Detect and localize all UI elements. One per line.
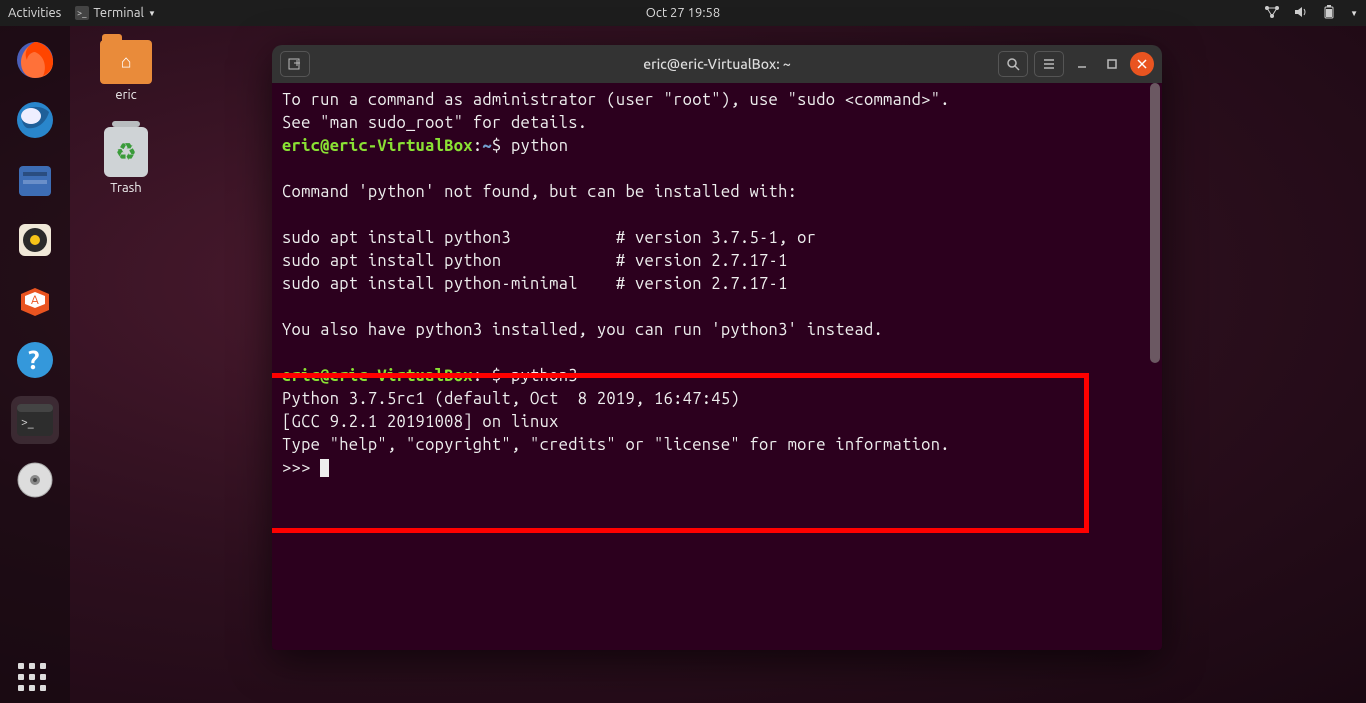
terminal-prompt-line: eric@eric-VirtualBox:~$ python [282, 135, 1152, 158]
terminal-prompt-line: eric@eric-VirtualBox:~$ python3 [282, 365, 1152, 388]
rhythmbox-icon[interactable] [11, 216, 59, 264]
terminal-output: Type "help", "copyright", "credits" or "… [282, 434, 1152, 457]
close-button[interactable] [1130, 52, 1154, 76]
prompt-user: eric@eric-VirtualBox [282, 137, 473, 155]
window-titlebar[interactable]: eric@eric-VirtualBox: ~ [272, 45, 1162, 83]
trash-label: Trash [110, 181, 141, 195]
prompt-user: eric@eric-VirtualBox [282, 367, 473, 385]
terminal-output [282, 158, 1152, 181]
new-tab-button[interactable] [280, 51, 310, 77]
system-menu-chevron-icon[interactable]: ▼ [1350, 9, 1358, 18]
terminal-output: To run a command as administrator (user … [282, 89, 1152, 112]
terminal-output: Command 'python' not found, but can be i… [282, 181, 1152, 204]
menu-button[interactable] [1034, 51, 1064, 77]
desktop-icons: ⌂ eric ♻ Trash [100, 40, 152, 195]
terminal-output: sudo apt install python # version 2.7.17… [282, 250, 1152, 273]
terminal-dock-icon[interactable]: >_ [11, 396, 59, 444]
activities-button[interactable]: Activities [8, 6, 61, 20]
gnome-topbar: Activities >_ Terminal ▼ Oct 27 19:58 ▼ [0, 0, 1366, 26]
search-icon [1006, 57, 1020, 71]
terminal-output [282, 204, 1152, 227]
close-icon [1137, 59, 1147, 69]
cursor [320, 459, 329, 477]
terminal-body[interactable]: To run a command as administrator (user … [272, 83, 1162, 650]
svg-text:?: ? [28, 345, 39, 374]
app-menu[interactable]: >_ Terminal ▼ [75, 6, 156, 20]
terminal-output: Python 3.7.5rc1 (default, Oct 8 2019, 16… [282, 388, 1152, 411]
maximize-button[interactable] [1100, 52, 1124, 76]
terminal-output [282, 342, 1152, 365]
network-icon[interactable] [1264, 5, 1280, 22]
files-icon[interactable] [11, 156, 59, 204]
scrollbar[interactable] [1150, 83, 1160, 650]
terminal-output: [GCC 9.2.1 20191008] on linux [282, 411, 1152, 434]
terminal-small-icon: >_ [75, 6, 89, 20]
scrollbar-thumb[interactable] [1150, 83, 1160, 363]
folder-icon: ⌂ [100, 40, 152, 84]
minimize-icon [1076, 58, 1088, 70]
prompt-path: ~ [482, 367, 492, 385]
terminal-output: See "man sudo_root" for details. [282, 112, 1152, 135]
svg-text:A: A [31, 294, 39, 307]
terminal-output: You also have python3 installed, you can… [282, 319, 1152, 342]
clock[interactable]: Oct 27 19:58 [646, 6, 720, 20]
trash[interactable]: ♻ Trash [100, 127, 152, 195]
new-tab-icon [287, 56, 303, 72]
maximize-icon [1106, 58, 1118, 70]
show-applications-icon[interactable] [18, 663, 46, 691]
thunderbird-icon[interactable] [11, 96, 59, 144]
svg-text:>_: >_ [77, 8, 87, 18]
home-folder-label: eric [115, 88, 136, 102]
battery-icon[interactable] [1322, 5, 1336, 22]
chevron-down-icon: ▼ [148, 9, 156, 18]
home-folder[interactable]: ⌂ eric [100, 40, 152, 102]
dock: A ? >_ [0, 26, 70, 703]
command-text: python3 [511, 367, 578, 385]
disc-icon[interactable] [11, 456, 59, 504]
hamburger-icon [1042, 57, 1056, 71]
terminal-output: sudo apt install python3 # version 3.7.5… [282, 227, 1152, 250]
terminal-output: sudo apt install python-minimal # versio… [282, 273, 1152, 296]
python-prompt: >>> [282, 457, 1152, 480]
software-icon[interactable]: A [11, 276, 59, 324]
prompt-path: ~ [482, 137, 492, 155]
volume-icon[interactable] [1294, 5, 1308, 22]
window-title: eric@eric-VirtualBox: ~ [643, 56, 791, 72]
minimize-button[interactable] [1070, 52, 1094, 76]
firefox-icon[interactable] [11, 36, 59, 84]
app-menu-label: Terminal [93, 6, 144, 20]
terminal-output [282, 296, 1152, 319]
search-button[interactable] [998, 51, 1028, 77]
svg-text:>_: >_ [21, 416, 34, 429]
help-icon[interactable]: ? [11, 336, 59, 384]
command-text: python [511, 137, 568, 155]
trash-icon: ♻ [104, 127, 148, 177]
terminal-window: eric@eric-VirtualBox: ~ To run a command… [272, 45, 1162, 650]
